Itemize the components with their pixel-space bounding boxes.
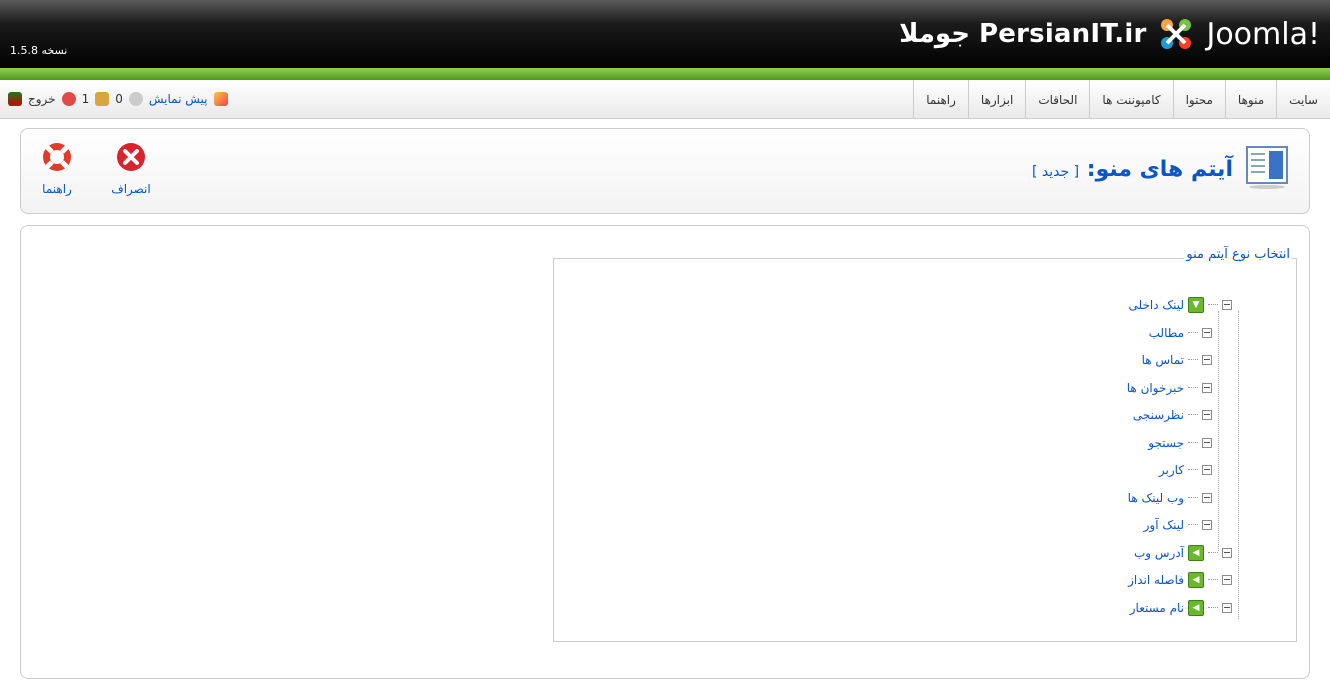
tree-item[interactable]: کاربر xyxy=(1159,460,1212,480)
tree-item[interactable]: نظرسنجی xyxy=(1133,405,1212,425)
tree-item-label: فاصله انداز xyxy=(1128,573,1184,587)
menu-item-help[interactable]: راهنما xyxy=(913,80,968,118)
menu-item-components[interactable]: کامپوننت ها xyxy=(1089,80,1172,118)
brand: جوملا PersianIT.ir Joomla! xyxy=(899,16,1320,52)
tree-connector xyxy=(1188,496,1198,499)
main-menu: سایت منوها محتوا کامپوننت ها الحاقات ابز… xyxy=(913,80,1330,118)
page-title-sub: [ جدید ] xyxy=(1032,164,1080,180)
tree-connector xyxy=(1188,469,1198,471)
tree-expander-icon[interactable] xyxy=(1222,575,1232,585)
tree-expander-icon[interactable] xyxy=(1202,410,1212,420)
tree-item[interactable]: جستجو xyxy=(1148,433,1212,453)
tree-expander-icon[interactable] xyxy=(1202,492,1212,503)
tree-connector xyxy=(1208,304,1218,306)
top-header: نسخه 1.5.8 جوملا PersianIT.ir Joomla! xyxy=(0,0,1330,68)
tree-connector xyxy=(1208,606,1218,609)
tree-connector xyxy=(1188,386,1198,389)
tree-item-label: لینک داخلی xyxy=(1128,298,1184,312)
menu-item-tools[interactable]: ابزارها xyxy=(967,80,1025,118)
green-left-icon: ◀ xyxy=(1188,572,1204,588)
tree-expander-icon[interactable] xyxy=(1202,465,1212,475)
tree-item-label: نظرسنجی xyxy=(1132,408,1184,422)
lifebuoy-icon xyxy=(41,141,73,176)
cancel-label: انصراف xyxy=(111,182,151,196)
tree-expander-icon[interactable] xyxy=(1202,355,1212,365)
tree-item-label: مطالب xyxy=(1148,325,1184,340)
tree-connector xyxy=(1208,551,1218,554)
tree-connector xyxy=(1208,579,1218,581)
tree-line-children xyxy=(1218,311,1219,551)
joomla-wordmark: Joomla! xyxy=(1206,16,1320,52)
menu-item-extensions[interactable]: الحاقات xyxy=(1025,80,1089,118)
tree-expander-icon[interactable] xyxy=(1222,547,1232,558)
page-title: آیتم های منو: [ جدید ] xyxy=(1032,157,1233,182)
menu-item-content[interactable]: محتوا xyxy=(1172,80,1225,118)
tree-connector xyxy=(1188,524,1198,526)
tree-connector xyxy=(1188,359,1198,361)
tree-item-label: تماس ها xyxy=(1141,353,1184,367)
menu-bar: سایت منوها محتوا کامپوننت ها الحاقات ابز… xyxy=(0,80,1330,119)
tree-item[interactable]: ◀ فاصله انداز xyxy=(1128,570,1232,590)
version-text: نسخه 1.5.8 xyxy=(10,44,68,57)
tree-item-label: آدرس وب xyxy=(1133,545,1184,560)
joomla-logo-icon xyxy=(1158,16,1194,52)
toolbar: آیتم های منو: [ جدید ] راهنما انصراف xyxy=(20,128,1310,214)
menu-item-site[interactable]: سایت xyxy=(1276,80,1330,118)
help-label: راهنما xyxy=(42,182,72,196)
tree-item-label: لینک آور xyxy=(1143,518,1184,532)
preview-link[interactable]: پیش نمایش xyxy=(149,92,208,106)
tree-item-label: کاربر xyxy=(1158,463,1184,477)
tree-item[interactable]: خبرخوان ها xyxy=(1127,378,1212,398)
tree-expander-icon[interactable] xyxy=(1202,520,1212,530)
green-down-icon: ▼ xyxy=(1188,297,1204,313)
tree-expander-icon[interactable] xyxy=(1202,437,1212,448)
content-panel: انتخاب نوع آیتم منو ▼ لینک داخلی مطالب تماس… xyxy=(20,225,1310,679)
messages-icon xyxy=(95,92,110,106)
tree-item-label: وب لینک ها xyxy=(1127,490,1184,505)
tree-expander-icon[interactable] xyxy=(1202,382,1212,393)
cancel-icon xyxy=(115,141,147,176)
tree-item[interactable]: مطالب xyxy=(1149,323,1212,343)
status-area: خروج 1 0 پیش نمایش xyxy=(8,80,228,118)
logout-link[interactable]: خروج xyxy=(28,92,56,106)
tree-item[interactable]: وب لینک ها xyxy=(1128,488,1212,508)
page-title-main: آیتم های منو: xyxy=(1086,157,1233,182)
users-icon xyxy=(61,92,76,106)
green-divider xyxy=(0,68,1330,80)
help-button[interactable]: راهنما xyxy=(29,141,85,196)
tree-item[interactable]: ◀ آدرس وب xyxy=(1134,543,1232,563)
tree-expander-icon[interactable] xyxy=(1202,327,1212,338)
preview-icon xyxy=(128,92,143,106)
menu-type-fieldset: انتخاب نوع آیتم منو ▼ لینک داخلی مطالب تماس… xyxy=(553,247,1297,642)
tree-item[interactable]: تماس ها xyxy=(1142,350,1212,370)
tree-connector xyxy=(1188,414,1198,416)
tree-line-root xyxy=(1238,311,1239,619)
fieldset-legend: انتخاب نوع آیتم منو xyxy=(1184,247,1292,262)
tree-item[interactable]: ◀ نام مستعار xyxy=(1130,598,1232,618)
tree-item[interactable]: ▼ لینک داخلی xyxy=(1128,295,1232,315)
messages-count: 0 xyxy=(115,92,123,106)
tree-connector xyxy=(1188,441,1198,444)
menu-item-menus[interactable]: منوها xyxy=(1224,80,1276,118)
cancel-button[interactable]: انصراف xyxy=(103,141,159,196)
tree-expander-icon[interactable] xyxy=(1222,300,1232,310)
brand-text: جوملا PersianIT.ir xyxy=(899,19,1147,49)
tree-item-label: خبرخوان ها xyxy=(1126,380,1184,395)
menu-item-page-icon xyxy=(1245,145,1289,189)
users-count: 1 xyxy=(81,92,90,106)
preview-map-icon xyxy=(213,92,228,106)
tree-connector xyxy=(1188,331,1198,334)
green-left-icon: ◀ xyxy=(1188,544,1204,561)
green-left-icon: ◀ xyxy=(1188,599,1204,616)
tree-item-label: جستجو xyxy=(1148,435,1184,450)
tree-expander-icon[interactable] xyxy=(1222,602,1232,613)
tree-item[interactable]: لینک آور xyxy=(1144,515,1212,535)
tree-item-label: نام مستعار xyxy=(1129,600,1184,615)
logout-icon[interactable] xyxy=(8,92,22,106)
toolbar-buttons: راهنما انصراف xyxy=(29,141,159,196)
